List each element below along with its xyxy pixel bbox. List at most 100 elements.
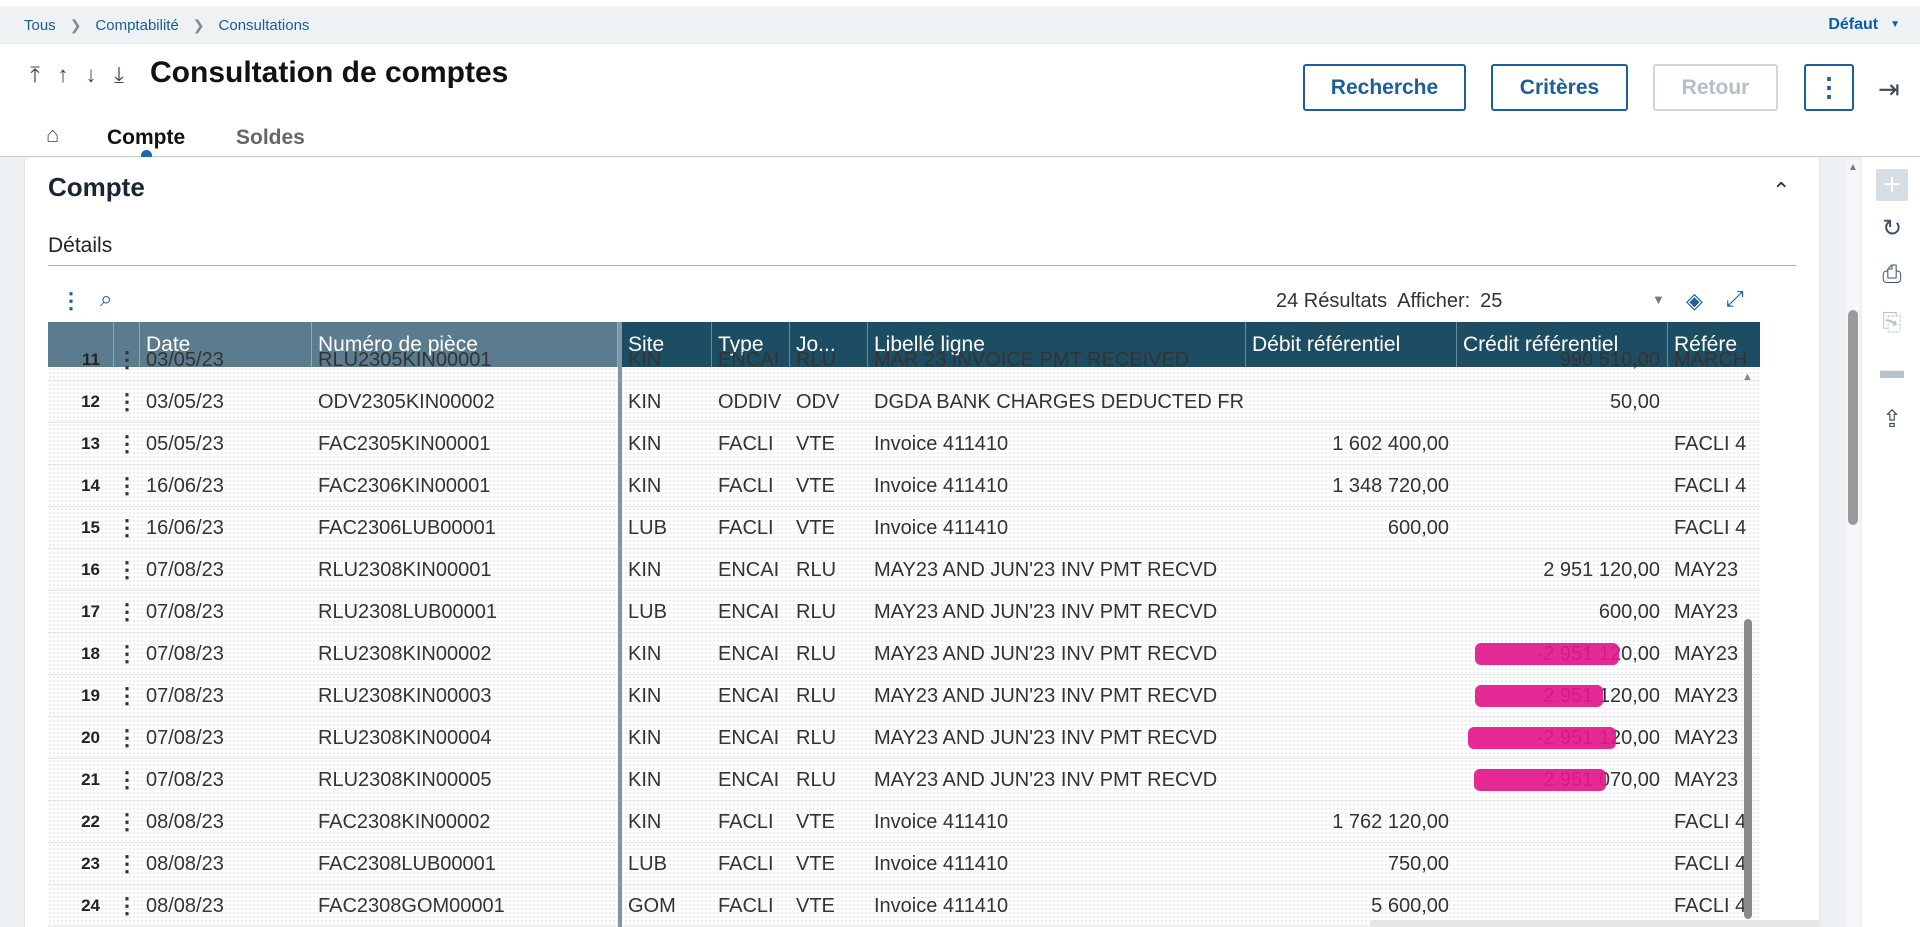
cell-type: ENCAI — [718, 642, 780, 665]
cell-journal: VTE — [796, 894, 835, 917]
caret-down-icon[interactable]: ▼ — [1652, 292, 1665, 307]
layers-icon[interactable]: ◈ — [1686, 288, 1703, 314]
expand-icon[interactable]: ⤢ — [1726, 286, 1744, 312]
table-row[interactable]: 23 ⋮ 08/08/23 FAC2308LUB00001 LUB FACLI VTE Inv… — [48, 843, 1760, 885]
chevron-up-icon[interactable]: ⌃ — [1772, 178, 1790, 204]
cell-libelle: Invoice 411410 — [874, 432, 1009, 455]
cell-date: 07/08/23 — [146, 768, 224, 791]
grid-options-icon[interactable]: ⋮ — [60, 288, 82, 314]
row-actions-icon[interactable]: ⋮ — [114, 549, 140, 591]
tab-compte[interactable]: Compte — [107, 126, 185, 150]
table-row[interactable]: 21 ⋮ 07/08/23 RLU2308KIN00005 KIN ENCAI RLU MAY… — [48, 759, 1760, 801]
cell-journal: VTE — [796, 852, 835, 875]
comment-icon[interactable]: ▬ — [1876, 355, 1908, 387]
chevron-right-icon: ❯ — [192, 16, 205, 33]
table-row[interactable]: 20 ⋮ 07/08/23 RLU2308KIN00004 KIN ENCAI RLU MAY… — [48, 717, 1760, 759]
row-actions-icon[interactable]: ⋮ — [114, 465, 140, 507]
scroll-up-icon[interactable]: ▲ — [1848, 162, 1858, 173]
cell-date: 03/05/23 — [146, 348, 224, 371]
grid-scrollbar[interactable]: ▲ — [1742, 367, 1754, 927]
row-actions-icon[interactable]: ⋮ — [114, 885, 140, 927]
profile-selector[interactable]: Défaut ▼ — [1828, 16, 1900, 34]
cell-credit — [1457, 843, 1668, 885]
breadcrumb-item-tous[interactable]: Tous — [24, 17, 56, 34]
row-actions-icon[interactable]: ⋮ — [114, 633, 140, 675]
last-record-icon[interactable]: ⤓ — [108, 62, 130, 88]
refresh-icon[interactable]: ↻ — [1876, 212, 1908, 244]
row-actions-icon[interactable]: ⋮ — [114, 591, 140, 633]
cell-site: LUB — [628, 600, 667, 623]
table-row[interactable]: 14 ⋮ 16/06/23 FAC2306KIN00001 KIN FACLI VTE Inv… — [48, 465, 1760, 507]
cell-type: ENCAI — [718, 600, 780, 623]
more-actions-button[interactable]: ⋮ — [1804, 64, 1854, 111]
row-actions-icon[interactable]: ⋮ — [114, 381, 140, 423]
row-actions-icon[interactable]: ⋮ — [114, 339, 140, 381]
recherche-button[interactable]: Recherche — [1303, 64, 1466, 111]
search-icon[interactable]: ⌕ — [100, 286, 112, 312]
cell-credit — [1457, 423, 1668, 465]
page-scrollbar[interactable]: ▲ — [1846, 160, 1860, 927]
print-icon[interactable]: ⎙ — [1876, 259, 1908, 291]
show-label: Afficher: — [1397, 290, 1471, 312]
row-actions-icon[interactable]: ⋮ — [114, 801, 140, 843]
cell-libelle: Invoice 411410 — [874, 852, 1009, 875]
cell-libelle: Invoice 411410 — [874, 474, 1009, 497]
cell-debit — [1246, 633, 1457, 675]
add-icon[interactable]: + — [1876, 168, 1908, 201]
grid-scrollbar-thumb[interactable] — [1744, 619, 1752, 919]
cell-debit — [1246, 675, 1457, 717]
tab-soldes[interactable]: Soldes — [236, 126, 305, 150]
horizontal-scrollbar[interactable] — [1370, 920, 1820, 927]
row-actions-icon[interactable]: ⋮ — [114, 507, 140, 549]
home-icon[interactable]: ⌂ — [46, 122, 59, 148]
cell-numero-piece: RLU2308KIN00005 — [318, 768, 492, 791]
scroll-up-icon[interactable]: ▲ — [1742, 371, 1753, 383]
retour-button[interactable]: Retour — [1653, 64, 1778, 111]
table-row[interactable]: 19 ⋮ 07/08/23 RLU2308KIN00003 KIN ENCAI RLU MAY… — [48, 675, 1760, 717]
table-row[interactable]: 15 ⋮ 16/06/23 FAC2306LUB00001 LUB FACLI VTE Inv… — [48, 507, 1760, 549]
cell-numero-piece: RLU2308LUB00001 — [318, 600, 498, 623]
row-actions-icon[interactable]: ⋮ — [114, 843, 140, 885]
share-icon[interactable]: ⇪ — [1876, 403, 1908, 435]
page-size-select[interactable]: 25 — [1480, 290, 1502, 312]
table-row[interactable]: 22 ⋮ 08/08/23 FAC2308KIN00002 KIN FACLI VTE Inv… — [48, 801, 1760, 843]
cell-site: KIN — [628, 768, 662, 791]
cell-journal: VTE — [796, 516, 835, 539]
row-number: 18 — [81, 644, 100, 663]
record-navigation: ⤒ ↑ ↓ ⤓ — [24, 62, 130, 88]
row-actions-icon[interactable]: ⋮ — [114, 759, 140, 801]
cell-debit — [1246, 717, 1457, 759]
cell-date: 07/08/23 — [146, 642, 224, 665]
table-row[interactable]: 13 ⋮ 05/05/23 FAC2305KIN00001 KIN FACLI VTE Inv… — [48, 423, 1760, 465]
cell-date: 16/06/23 — [146, 474, 224, 497]
cell-numero-piece: RLU2308KIN00003 — [318, 684, 492, 707]
kebab-icon: ⋮ — [1816, 72, 1842, 102]
row-actions-icon[interactable]: ⋮ — [114, 675, 140, 717]
exit-icon[interactable]: ⇥ — [1878, 74, 1900, 105]
table-row[interactable]: 18 ⋮ 07/08/23 RLU2308KIN00002 KIN ENCAI RLU MAY… — [48, 633, 1760, 675]
criteres-button[interactable]: Critères — [1491, 64, 1628, 111]
row-number: 11 — [82, 350, 100, 369]
attachment-icon[interactable]: ⎘ — [1876, 307, 1908, 339]
page-scrollbar-thumb[interactable] — [1848, 310, 1858, 525]
first-record-icon[interactable]: ⤒ — [24, 62, 46, 88]
previous-record-icon[interactable]: ↑ — [52, 62, 74, 88]
data-grid: Date Numéro de pièce Site Type Jo... Lib… — [48, 322, 1760, 927]
table-row[interactable]: 11 ⋮ 03/05/23 RLU2305KIN00001 KIN ENCAI RLU MAR… — [48, 339, 1760, 381]
cell-journal: RLU — [796, 684, 837, 707]
cell-libelle: MAR 23 INVOICE PMT RECEIVED — [874, 348, 1190, 371]
right-action-bar: + ↻ ⎙ ⎘ ▬ ⇪ — [1862, 157, 1920, 927]
next-record-icon[interactable]: ↓ — [80, 62, 102, 88]
table-row[interactable]: 12 ⋮ 03/05/23 ODV2305KIN00002 KIN ODDIV ODV DGD… — [48, 381, 1760, 423]
cell-journal: VTE — [796, 432, 835, 455]
row-actions-icon[interactable]: ⋮ — [114, 717, 140, 759]
row-number: 15 — [81, 518, 100, 537]
breadcrumb-item-comptabilite[interactable]: Comptabilité — [95, 17, 178, 34]
caret-down-icon: ▼ — [1890, 19, 1900, 30]
cell-type: FACLI — [718, 474, 774, 497]
details-heading: Détails — [48, 234, 113, 257]
table-row[interactable]: 16 ⋮ 07/08/23 RLU2308KIN00001 KIN ENCAI RLU MAY… — [48, 549, 1760, 591]
breadcrumb-item-consultations[interactable]: Consultations — [219, 17, 310, 34]
table-row[interactable]: 17 ⋮ 07/08/23 RLU2308LUB00001 LUB ENCAI RLU MAY… — [48, 591, 1760, 633]
row-actions-icon[interactable]: ⋮ — [114, 423, 140, 465]
